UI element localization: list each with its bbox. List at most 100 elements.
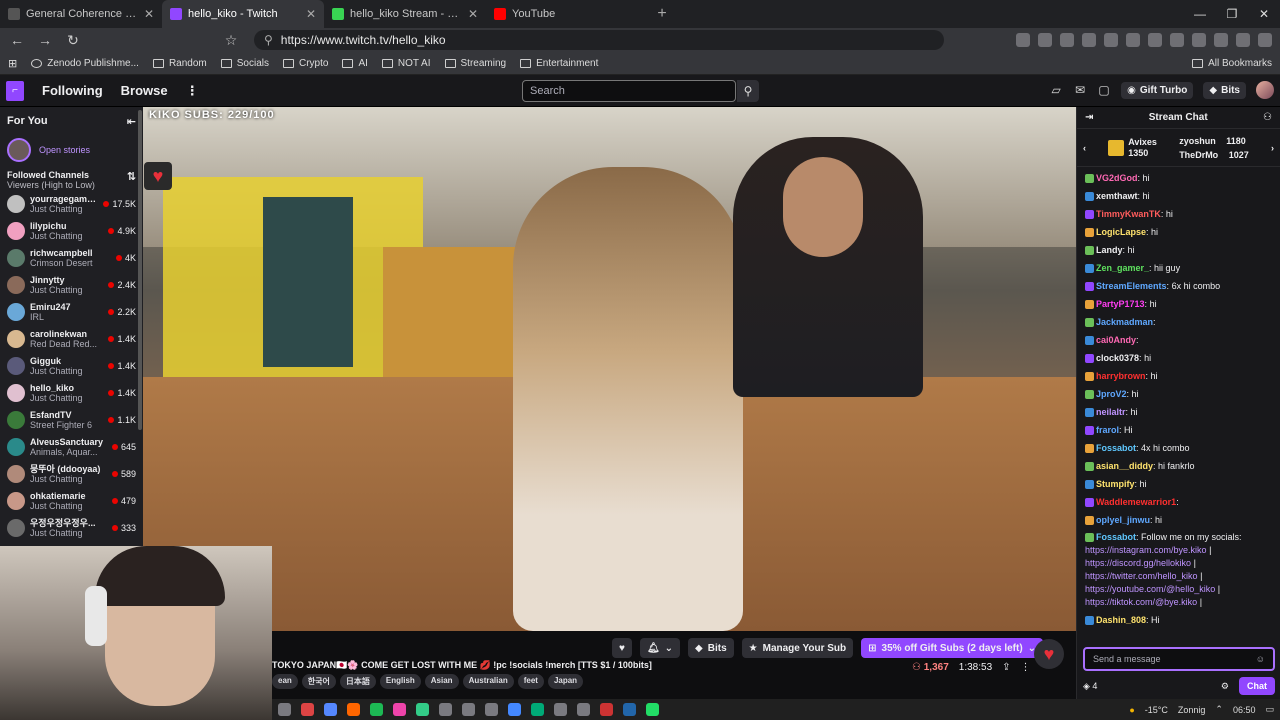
sidebar-channel-5[interactable]: carolinekwan Red Dead Red... 1.4K bbox=[7, 325, 136, 352]
taskbar-app-icon[interactable] bbox=[623, 703, 636, 716]
sidebar-channel-10[interactable]: 뭉뚜아 (ddooyaa) Just Chatting 589 bbox=[7, 460, 136, 487]
notifications-bell-button[interactable]: 🔔︎ ⌄ bbox=[639, 638, 681, 658]
taskbar-app-icon[interactable] bbox=[301, 703, 314, 716]
emote-picker-icon[interactable]: ☺ bbox=[1256, 654, 1265, 664]
all-bookmarks-button[interactable]: All Bookmarks bbox=[1192, 58, 1272, 69]
chat-username[interactable]: Dashin_808 bbox=[1096, 615, 1146, 625]
taskbar-app-icon[interactable] bbox=[577, 703, 590, 716]
chat-username[interactable]: VG2dGod bbox=[1096, 173, 1138, 183]
sidebar-channel-2[interactable]: richwcampbell Crimson Desert 4K bbox=[7, 244, 136, 271]
browser-tab-3[interactable]: hello_kiko Stream - Watch Live or ✕ bbox=[324, 0, 486, 28]
bookmark-star-icon[interactable]: ☆ bbox=[222, 32, 240, 49]
chat-username[interactable]: asian__diddy bbox=[1096, 461, 1153, 471]
bookmark-item[interactable]: Zenodo Publishme... bbox=[31, 58, 139, 69]
sidebar-channel-1[interactable]: lilypichu Just Chatting 4.9K bbox=[7, 217, 136, 244]
restore-icon[interactable]: ❐ bbox=[1216, 0, 1248, 28]
bookmark-folder[interactable]: NOT AI bbox=[381, 58, 431, 69]
chat-username[interactable]: PartyP1713 bbox=[1096, 299, 1145, 309]
extension-icon[interactable] bbox=[1192, 33, 1206, 47]
taskbar-app-icon[interactable] bbox=[508, 703, 521, 716]
whispers-icon[interactable]: ✉ bbox=[1073, 83, 1087, 97]
stream-tag[interactable]: Australian bbox=[462, 674, 514, 689]
bookmark-folder[interactable]: Streaming bbox=[444, 58, 506, 69]
chat-username[interactable]: frarol bbox=[1096, 425, 1119, 435]
sidebar-scrollbar[interactable] bbox=[138, 110, 142, 430]
taskbar-app-icon[interactable] bbox=[646, 703, 659, 716]
notifications-icon[interactable]: ▢ bbox=[1097, 83, 1111, 97]
minimize-icon[interactable]: — bbox=[1184, 0, 1216, 28]
weather-temp[interactable]: -15°C bbox=[1145, 705, 1168, 715]
bookmark-folder[interactable]: Crypto bbox=[283, 58, 328, 69]
browser-tab-1[interactable]: General Coherence Field Theory (GC ✕ bbox=[0, 0, 162, 28]
reload-icon[interactable]: ↻ bbox=[64, 32, 82, 49]
chat-username[interactable]: Stumpify bbox=[1096, 479, 1135, 489]
chat-username[interactable]: oplyel_jinwu bbox=[1096, 515, 1150, 525]
channel-points[interactable]: ◈ 4 bbox=[1083, 681, 1097, 692]
chat-input[interactable]: Send a message ☺ bbox=[1083, 647, 1275, 671]
taskbar-app-icon[interactable] bbox=[370, 703, 383, 716]
tray-chevron-icon[interactable]: ⌃ bbox=[1215, 704, 1223, 715]
url-field[interactable]: ⚲ https://www.twitch.tv/hello_kiko bbox=[254, 30, 944, 50]
twitch-logo-icon[interactable]: ⌐ bbox=[6, 80, 24, 101]
extension-icon[interactable] bbox=[1082, 33, 1096, 47]
community-icon[interactable]: ⚇ bbox=[1263, 112, 1272, 123]
more-menu-icon[interactable]: ⋮ bbox=[186, 83, 199, 99]
chat-send-button[interactable]: Chat bbox=[1239, 677, 1275, 695]
chat-username[interactable]: neilaltr bbox=[1096, 407, 1126, 417]
extension-icon[interactable] bbox=[1016, 33, 1030, 47]
chat-username[interactable]: Fossabot bbox=[1096, 532, 1136, 542]
back-icon[interactable]: ← bbox=[8, 32, 26, 48]
sort-icon[interactable]: ⇅ bbox=[127, 170, 136, 190]
apps-grid-icon[interactable]: ⊞ bbox=[8, 57, 17, 70]
manage-sub-button[interactable]: ★ Manage Your Sub bbox=[741, 638, 854, 658]
cheer-bits-button[interactable]: ◆ Bits bbox=[688, 638, 734, 658]
sidebar-channel-4[interactable]: Emiru247 IRL 2.2K bbox=[7, 298, 136, 325]
chat-link[interactable]: https://tiktok.com/@bye.kiko bbox=[1085, 597, 1197, 607]
sidebar-channel-6[interactable]: Gigguk Just Chatting 1.4K bbox=[7, 352, 136, 379]
more-options-icon[interactable]: ⋮ bbox=[1021, 662, 1031, 673]
chat-link[interactable]: https://youtube.com/@hello_kiko bbox=[1085, 584, 1215, 594]
following-link[interactable]: Following bbox=[42, 83, 103, 98]
gift-subs-button[interactable]: ⊞ 35% off Gift Subs (2 days left) ⌄ bbox=[861, 638, 1044, 658]
weather-label[interactable]: Zonnig bbox=[1178, 705, 1206, 715]
get-bits-button[interactable]: ◆ Bits bbox=[1203, 81, 1246, 99]
video-player[interactable] bbox=[143, 107, 1076, 631]
extension-icon[interactable] bbox=[1038, 33, 1052, 47]
taskbar-app-icon[interactable] bbox=[278, 703, 291, 716]
taskbar-app-icon[interactable] bbox=[531, 703, 544, 716]
bookmark-folder[interactable]: Entertainment bbox=[520, 58, 598, 69]
stream-tag[interactable]: Asian bbox=[424, 674, 459, 689]
follow-heart-button[interactable]: ♥ bbox=[612, 638, 632, 658]
tab-close-icon[interactable]: ✕ bbox=[144, 7, 154, 21]
search-input[interactable]: Search bbox=[522, 80, 736, 102]
chat-username[interactable]: Jackmadman bbox=[1096, 317, 1153, 327]
sidebar-channel-3[interactable]: Jinnytty Just Chatting 2.4K bbox=[7, 271, 136, 298]
leaderboard-next-icon[interactable]: › bbox=[1271, 143, 1274, 153]
chat-username[interactable]: JproV2 bbox=[1096, 389, 1127, 399]
tab-close-icon[interactable]: ✕ bbox=[306, 7, 316, 21]
chat-link[interactable]: https://instagram.com/bye.kiko bbox=[1085, 545, 1207, 555]
sidebar-channel-12[interactable]: 우정우정우정우... Just Chatting 333 bbox=[7, 514, 136, 541]
close-window-icon[interactable]: ✕ bbox=[1248, 0, 1280, 28]
stream-tag[interactable]: feet bbox=[517, 674, 544, 689]
extension-icon[interactable] bbox=[1104, 33, 1118, 47]
inbox-icon[interactable]: ▱ bbox=[1049, 83, 1063, 97]
sidebar-channel-8[interactable]: EsfandTV Street Fighter 6 1.1K bbox=[7, 406, 136, 433]
collapse-sidebar-icon[interactable]: ⇤ bbox=[127, 115, 136, 128]
chat-username[interactable]: Zen_gamer_ bbox=[1096, 263, 1149, 273]
sidebar-channel-7[interactable]: hello_kiko Just Chatting 1.4K bbox=[7, 379, 136, 406]
search-icon[interactable]: ⚲ bbox=[737, 80, 759, 102]
taskbar-app-icon[interactable] bbox=[324, 703, 337, 716]
stream-tag[interactable]: 한국어 bbox=[301, 674, 336, 689]
taskbar-app-icon[interactable] bbox=[416, 703, 429, 716]
collapse-chat-icon[interactable]: ⇥ bbox=[1085, 112, 1093, 123]
notification-center-icon[interactable]: ▭ bbox=[1265, 704, 1274, 715]
chat-username[interactable]: Waddlemewarrior1 bbox=[1096, 497, 1176, 507]
chat-username[interactable]: TimmyKwanTK bbox=[1096, 209, 1161, 219]
chat-username[interactable]: Landy bbox=[1096, 245, 1123, 255]
chat-username[interactable]: Fossabot bbox=[1096, 443, 1136, 453]
chat-username[interactable]: clock0378 bbox=[1096, 353, 1139, 363]
chat-settings-icon[interactable]: ⚙ bbox=[1221, 681, 1229, 692]
menu-icon[interactable] bbox=[1258, 33, 1272, 47]
taskbar-app-icon[interactable] bbox=[554, 703, 567, 716]
